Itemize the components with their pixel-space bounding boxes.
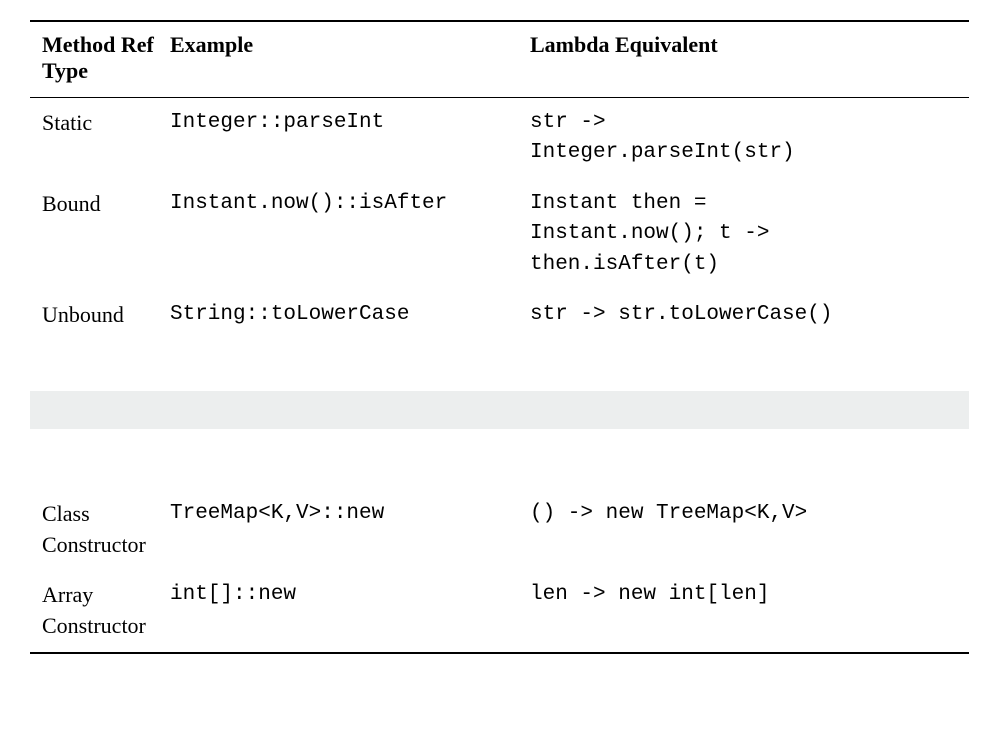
ref-type-cell: Static [42,108,170,139]
table-row: Bound Instant.now()::isAfter Instant the… [30,179,969,290]
table-row: Static Integer::parseInt str -> Integer.… [30,98,969,179]
ref-type-cell: Class Constructor [42,499,170,561]
lambda-cell: () -> new TreeMap<K,V> [530,499,969,529]
table-row: Array Constructor int[]::new len -> new … [30,570,969,652]
ref-type-cell: Unbound [42,300,170,331]
example-cell: Integer::parseInt [170,108,530,138]
method-ref-table-top: Method Ref Type Example Lambda Equivalen… [30,20,969,341]
example-cell: String::toLowerCase [170,300,530,330]
table-row: Unbound String::toLowerCase str -> str.t… [30,290,969,341]
lambda-cell: len -> new int[len] [530,580,969,610]
example-cell: int[]::new [170,580,530,610]
lambda-cell: str -> str.toLowerCase() [530,300,969,330]
table-header-row: Method Ref Type Example Lambda Equivalen… [30,22,969,98]
table-row: Class Constructor TreeMap<K,V>::new () -… [30,489,969,571]
header-method-ref-type: Method Ref Type [42,32,170,85]
header-example: Example [170,32,530,85]
lambda-cell: Instant then = Instant.now(); t -> then.… [530,189,969,280]
ref-type-cell: Array Constructor [42,580,170,642]
example-cell: TreeMap<K,V>::new [170,499,530,529]
method-ref-table-bottom: Class Constructor TreeMap<K,V>::new () -… [30,489,969,654]
header-lambda-equivalent: Lambda Equivalent [530,32,969,85]
lambda-cell: str -> Integer.parseInt(str) [530,108,969,169]
example-cell: Instant.now()::isAfter [170,189,530,219]
ref-type-cell: Bound [42,189,170,220]
page-break-band [30,391,969,429]
